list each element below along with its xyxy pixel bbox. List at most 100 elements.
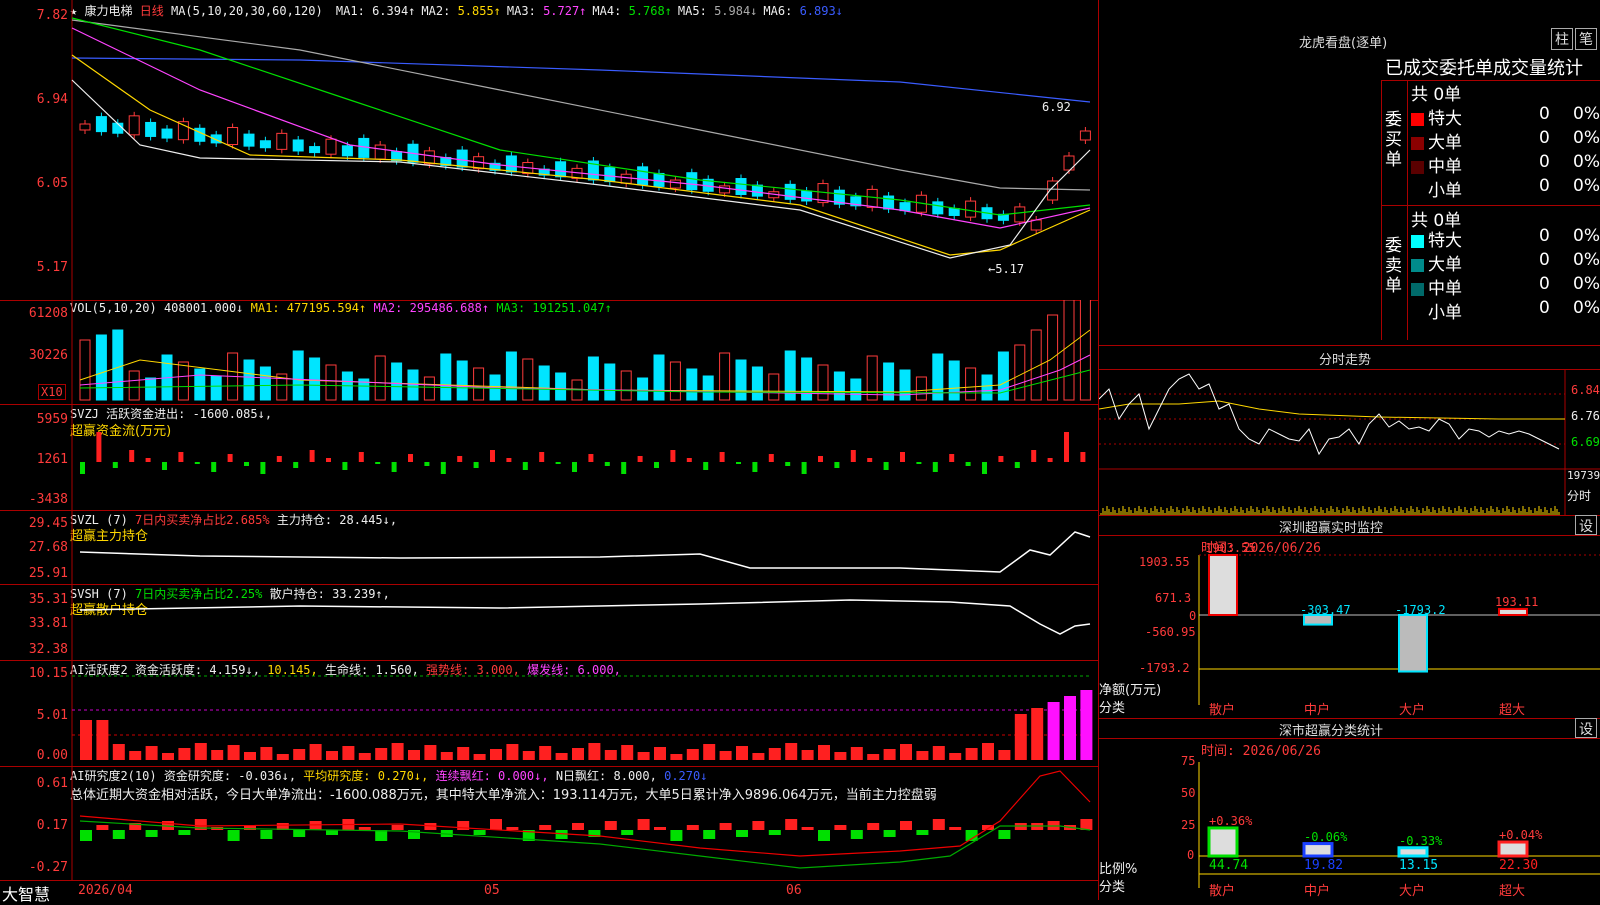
svzl-chart[interactable] (0, 510, 1098, 584)
stroke-view-button[interactable]: 笔 (1575, 28, 1597, 50)
classify-panel[interactable]: 深市超赢分类统计 设 时间: 2026/06/26 75 50 25 0 比例%… (1099, 718, 1600, 900)
dragon-tiger-panel[interactable]: 龙虎看盘(逐单) 柱 笔 已成交委托单成交量统计 委买单 委卖单 共 0单 共 … (1099, 0, 1600, 346)
ai1-bar (194, 743, 207, 760)
price-chart[interactable] (0, 0, 1098, 300)
ai2-bar (883, 830, 896, 837)
volume-pane[interactable]: VOL(5,10,20) 408001.000↓ MA1: 477195.594… (0, 300, 1098, 405)
svsh-pane[interactable]: SVSH (7) 7日内买卖净占比2.25% 散户持仓: 33.239↑, 超赢… (0, 584, 1098, 661)
classify-bar (1302, 842, 1334, 858)
volume-bar (686, 368, 698, 401)
ai1-bar (1047, 702, 1060, 760)
ai1-bar (391, 743, 404, 760)
candle (505, 155, 517, 173)
candle (948, 207, 960, 216)
ai1-bar (457, 747, 470, 760)
svsh-chart[interactable] (0, 584, 1098, 660)
volume-bar (259, 366, 271, 401)
volume-chart[interactable] (0, 300, 1098, 404)
ai2-bar (539, 825, 552, 830)
monitor-category: 散户 (1209, 703, 1236, 718)
monitor-bar-label: -303.47 (1300, 603, 1351, 617)
svzl-pane[interactable]: SVZL (7) 7日内买卖净占比2.685% 主力持仓: 28.445↓, 超… (0, 510, 1098, 585)
ai2-bar (457, 821, 470, 830)
ai-research-chart[interactable] (0, 766, 1098, 880)
candle (1014, 206, 1026, 223)
svzj-bar (768, 454, 774, 462)
volume-bar (423, 376, 435, 401)
svzj-bar (408, 454, 413, 462)
ai1-bar (1080, 690, 1093, 760)
classify-value-label: 22.30 (1499, 858, 1539, 873)
svzj-bar (358, 452, 364, 462)
svzj-chart[interactable] (0, 404, 1098, 510)
ai2-bar (112, 830, 125, 839)
svzj-pane[interactable]: SVZJ 活跃资金进出: -1600.085↓, 超赢资金流(万元) 5959 … (0, 404, 1098, 511)
candle (555, 161, 567, 178)
ai2-bar (867, 823, 880, 830)
svzj-bar (178, 452, 184, 462)
ai1-bar (96, 720, 109, 760)
buy-total: 共 0单 (1411, 85, 1462, 105)
volume-bar (669, 361, 681, 401)
candle (325, 138, 337, 155)
main-chart-area[interactable]: ★ 康力电梯 日线 MA(5,10,20,30,60,120) MA1: 6.3… (0, 0, 1098, 904)
svzj-bar (555, 462, 561, 464)
ai1-bar (801, 750, 814, 760)
ai-activity-chart[interactable] (0, 660, 1098, 766)
volume-bar (981, 374, 993, 401)
intraday-panel[interactable]: 分时走势 6.84 6.76 6.69 19739 分时 (1099, 345, 1600, 516)
ma2-line (71, 54, 1091, 256)
ai1-bar (342, 746, 355, 760)
candle (456, 149, 468, 168)
dragon-row: 大单 0 0% (1411, 250, 1600, 275)
classify-category: 超大 (1499, 884, 1526, 899)
ai2-bar (752, 821, 765, 830)
svzj-bar (326, 458, 331, 462)
ai1-bar (145, 746, 158, 760)
brand-label: 大智慧 (2, 885, 51, 904)
x-tick-2: 05 (484, 883, 500, 898)
svzj-bar (1014, 462, 1020, 468)
monitor-bar-label: 193.11 (1495, 594, 1539, 609)
ai2-bar (309, 821, 322, 830)
svzj-bar (293, 462, 299, 468)
candle (719, 185, 731, 194)
ai1-bar (1064, 696, 1076, 760)
column-view-button[interactable]: 柱 (1551, 28, 1573, 50)
ma5-line (71, 19, 1091, 191)
volume-bar (866, 355, 878, 401)
volume-bar (210, 375, 222, 401)
ai2-bar (260, 830, 273, 839)
volume-bar (768, 373, 780, 401)
svzj-bar (588, 454, 594, 462)
price-pane[interactable]: ★ 康力电梯 日线 MA(5,10,20,30,60,120) MA1: 6.3… (0, 0, 1098, 301)
ai2-bar (227, 830, 240, 841)
svzj-bar (440, 462, 446, 474)
volume-bar (850, 378, 862, 401)
ai1-bar (949, 753, 962, 760)
volume-bar (637, 377, 649, 401)
candle (276, 132, 288, 150)
svzj-bar (490, 450, 495, 462)
realtime-monitor-panel[interactable]: 深圳超赢实时监控 设 时间: 2026/06/26 1903.55 671.3 … (1099, 515, 1600, 719)
ai1-bar (424, 745, 437, 760)
candle (243, 133, 255, 147)
ai-research-pane[interactable]: AI研究度2(10) 资金研究度: -0.036↓, 平均研究度: 0.270↓… (0, 766, 1098, 880)
svzj-bar (260, 462, 266, 474)
ai2-bar (801, 827, 814, 830)
svzj-bar (719, 452, 725, 462)
svzj-bar (194, 462, 200, 464)
ai2-bar (998, 830, 1011, 839)
svzj-bar (670, 450, 676, 462)
volume-bar (899, 369, 911, 401)
ma4-line (71, 17, 1091, 216)
ai1-bar (375, 748, 388, 760)
volume-bar (653, 354, 665, 401)
candle (735, 178, 747, 196)
ai2-bar (178, 830, 191, 835)
svzj-bar (850, 450, 856, 462)
ai1-bar (703, 744, 716, 760)
svzj-bar (654, 462, 659, 468)
intraday-chart[interactable] (1099, 369, 1600, 515)
ai-activity-pane[interactable]: AI活跃度2 资金活跃度: 4.159↓, 10.145, 生命线: 1.560… (0, 660, 1098, 767)
